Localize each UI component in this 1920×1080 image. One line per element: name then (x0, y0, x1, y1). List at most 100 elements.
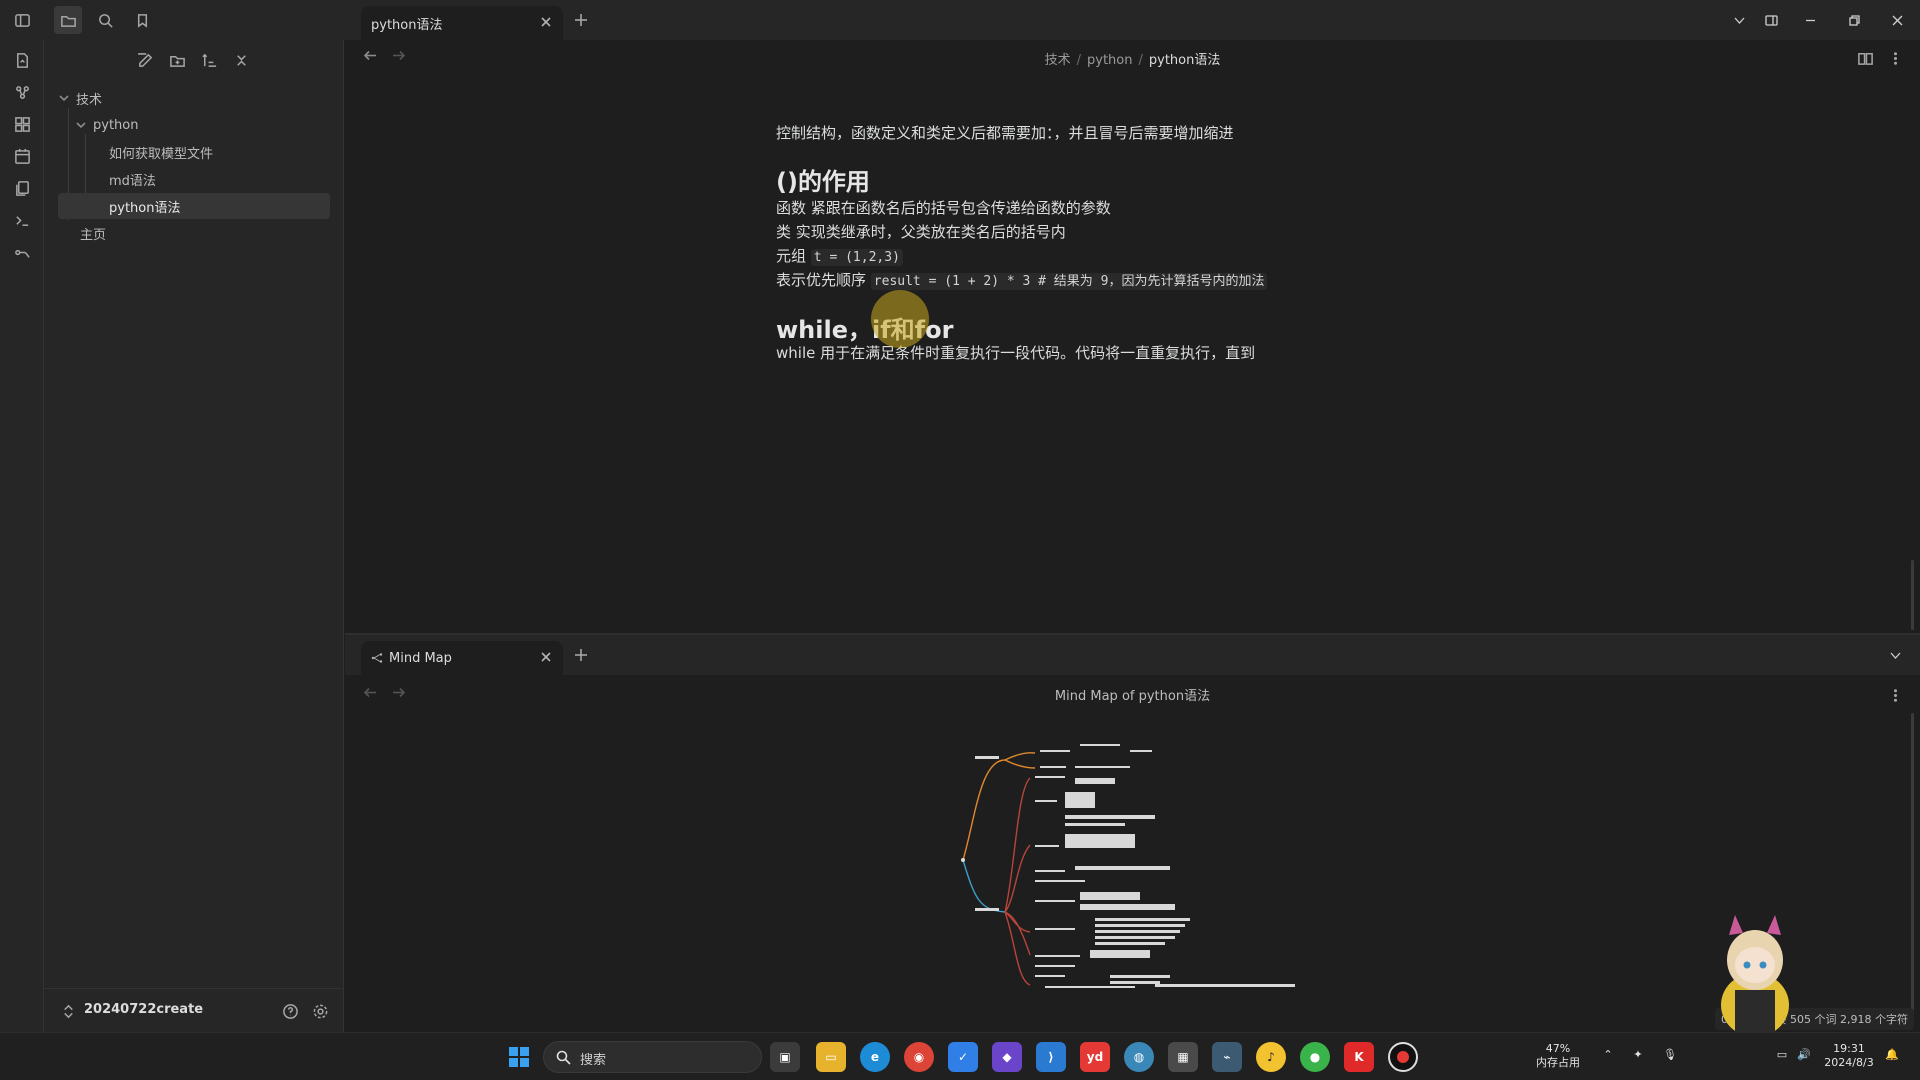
file-explorer-app-icon[interactable]: ▭ (816, 1042, 846, 1072)
canvas-icon[interactable] (8, 110, 36, 138)
mind-map-scrollbar[interactable] (1911, 713, 1914, 1013)
doc-line-precedence: 表示优先顺序 result = (1 + 2) * 3 # 结果为 9，因为先计… (776, 269, 1268, 290)
toggle-right-sidebar-icon[interactable] (1759, 8, 1783, 32)
folder-python[interactable]: python (75, 112, 330, 138)
anime-mascot-icon (1721, 915, 1789, 1035)
new-tab-icon[interactable] (573, 647, 595, 669)
editor-scrollbar[interactable] (1911, 560, 1914, 630)
calendar-icon[interactable] (8, 142, 36, 170)
heading-parens: ()的作用 (776, 168, 870, 196)
new-folder-icon[interactable] (163, 46, 191, 74)
clock[interactable]: 19:31 2024/8/3 (1822, 1042, 1876, 1070)
sort-icon[interactable] (195, 46, 223, 74)
bottom-tab-bar: Mind Map (345, 635, 1920, 675)
notification-bell-icon[interactable]: 🔔 (1884, 1048, 1900, 1062)
breadcrumb-tech[interactable]: 技术 (1045, 53, 1071, 68)
task-view-icon[interactable]: ▣ (770, 1042, 800, 1072)
memory-label: 内存占用 (1536, 1056, 1580, 1069)
android-studio-icon[interactable]: ● (1300, 1042, 1330, 1072)
microphone-icon[interactable]: 🎙 (1662, 1048, 1678, 1062)
title-bar: python语法 (0, 0, 1920, 40)
close-tab-icon[interactable] (539, 650, 553, 664)
graph-view-icon[interactable] (8, 78, 36, 106)
start-menu-icon[interactable] (504, 1042, 534, 1072)
more-options-icon[interactable] (1881, 44, 1909, 72)
vault-name: 20240722create (84, 1002, 204, 1017)
taskbar-search[interactable]: 搜索 (543, 1041, 762, 1073)
close-tab-icon[interactable] (539, 15, 553, 29)
tray-app-icon[interactable]: ✦ (1630, 1048, 1646, 1062)
git-branch-icon[interactable] (8, 238, 36, 266)
tray-expand-chevron-icon[interactable]: ⌃ (1600, 1048, 1616, 1062)
vault-switcher[interactable]: 20240722create (44, 988, 344, 1032)
tab-python-syntax[interactable]: python语法 (361, 6, 563, 40)
file-label: md语法 (109, 173, 156, 189)
close-window-icon[interactable] (1885, 8, 1909, 32)
monitor-app-icon[interactable]: ⌁ (1212, 1042, 1242, 1072)
doc-line-tuple: 元组 t = (1,2,3) (776, 245, 903, 266)
file-label: python语法 (109, 200, 181, 216)
folder-label: python (93, 117, 139, 133)
file-explorer-toolbar (44, 46, 344, 76)
more-options-icon[interactable] (1881, 681, 1909, 709)
restore-icon[interactable] (1842, 8, 1866, 32)
chrome-browser-icon[interactable]: ◉ (904, 1042, 934, 1072)
memory-usage[interactable]: 47% 内存占用 (1530, 1042, 1586, 1070)
doc-line-class: 类 实现类继承时，父类放在类名后的括号内 (776, 223, 1066, 241)
network-globe-icon[interactable]: ◍ (1124, 1042, 1154, 1072)
mind-map-pane: Mind Map of python语法 0 条反向链接 505 个词 2,91… (345, 675, 1920, 1035)
file-md-syntax[interactable]: md语法 (102, 166, 330, 192)
vault-switch-icon[interactable] (54, 997, 82, 1025)
new-tab-icon[interactable] (573, 12, 595, 34)
obsidian-app-icon[interactable]: ◆ (992, 1042, 1022, 1072)
file-home[interactable]: 主页 (58, 220, 330, 246)
breadcrumb-current[interactable]: python语法 (1149, 53, 1220, 68)
collapse-pane-chevron-icon[interactable] (1883, 643, 1907, 667)
network-icon[interactable]: ▭ (1774, 1048, 1790, 1062)
file-python-syntax[interactable]: python语法 (58, 193, 330, 219)
memory-percent: 47% (1545, 1042, 1571, 1055)
tab-mind-map[interactable]: Mind Map (361, 641, 563, 675)
kingsoft-app-icon[interactable]: K (1344, 1042, 1374, 1072)
chevron-down-icon (58, 92, 70, 104)
open-quick-switcher-icon[interactable] (8, 46, 36, 74)
record-app-icon[interactable] (1388, 1042, 1418, 1072)
breadcrumb-python[interactable]: python (1087, 53, 1132, 68)
mind-map-canvas[interactable] (955, 720, 1655, 990)
file-get-model[interactable]: 如何获取模型文件 (102, 139, 330, 165)
inline-code-precedence: result = (1 + 2) * 3 # 结果为 9，因为先计算括号内的加法 (870, 273, 1268, 290)
volume-icon[interactable]: 🔊 (1796, 1048, 1812, 1062)
bookmark-icon[interactable] (128, 6, 156, 34)
clock-date: 2024/8/3 (1824, 1056, 1874, 1069)
youdao-dict-icon[interactable]: yd (1080, 1042, 1110, 1072)
chat-app-icon[interactable]: ♪ (1256, 1042, 1286, 1072)
file-label: 如何获取模型文件 (109, 146, 214, 162)
vscode-icon[interactable]: ⟩ (1036, 1042, 1066, 1072)
folder-tech[interactable]: 技术 (58, 85, 330, 111)
templates-icon[interactable] (8, 174, 36, 202)
breadcrumb: 技术 / python / python语法 (1044, 53, 1221, 68)
kanban-app-icon[interactable]: ✓ (948, 1042, 978, 1072)
settings-gear-icon[interactable] (306, 997, 334, 1025)
help-icon[interactable] (276, 997, 304, 1025)
calculator-icon[interactable]: ▦ (1168, 1042, 1198, 1072)
inline-code-tuple: t = (1,2,3) (810, 249, 903, 266)
edge-browser-icon[interactable]: e (860, 1042, 890, 1072)
collapse-all-icon[interactable] (227, 46, 255, 74)
search-icon (556, 1050, 571, 1065)
editor-pane: 技术 / python / python语法 控制结构，函数定义和类定义后都需要加：，并… (345, 40, 1920, 632)
file-label: 主页 (80, 227, 107, 243)
toggle-sidebar-icon[interactable] (8, 6, 36, 34)
tab-label: python语法 (371, 17, 443, 33)
search-icon[interactable] (91, 6, 119, 34)
tuple-label: 元组 (776, 247, 807, 265)
folder-label: 技术 (76, 92, 103, 108)
new-note-icon[interactable] (131, 46, 159, 74)
tab-list-chevron-icon[interactable] (1727, 8, 1751, 32)
terminal-icon[interactable] (8, 206, 36, 234)
windows-taskbar: 搜索 ▣ ▭ e ◉ ✓ ◆ ⟩ yd ◍ ▦ ⌁ ♪ ● K 47% 内存占用… (0, 1032, 1920, 1080)
left-ribbon (0, 40, 44, 1032)
file-explorer-icon[interactable] (54, 6, 82, 34)
minimize-icon[interactable] (1798, 8, 1822, 32)
reading-view-icon[interactable] (1851, 44, 1879, 72)
